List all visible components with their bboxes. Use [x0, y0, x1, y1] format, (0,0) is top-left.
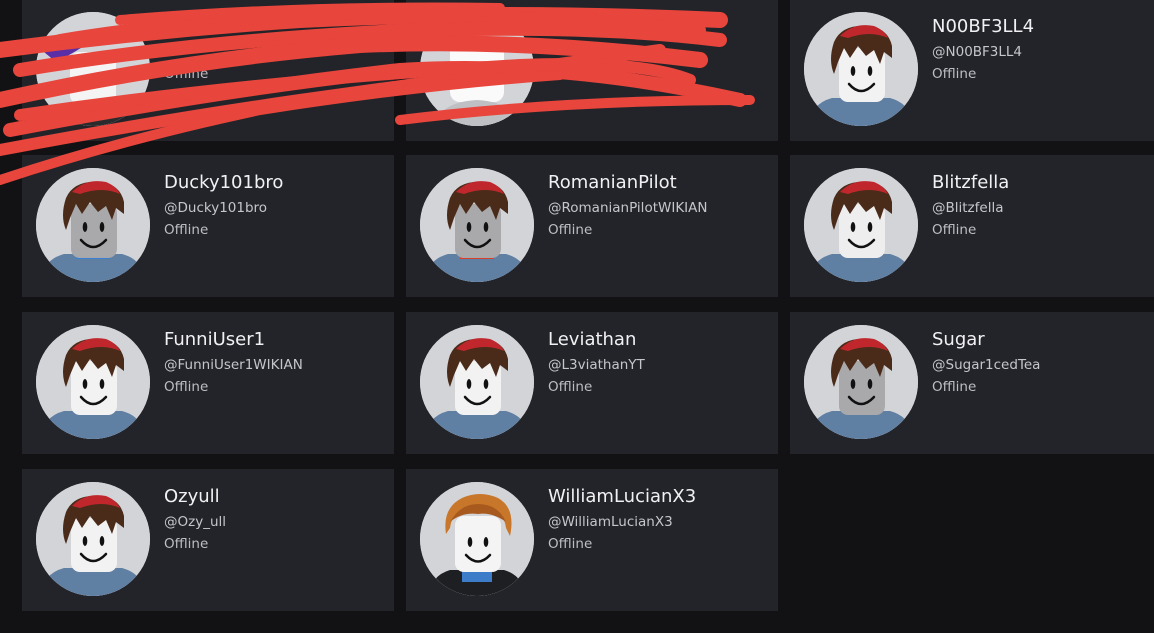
friend-status: Offline	[164, 66, 209, 82]
friend-status: Offline	[548, 222, 593, 238]
friend-handle: @L3viathanYT	[548, 357, 645, 373]
friend-handle: @Sugar1cedTea	[932, 357, 1041, 373]
friend-name: Ozyull	[164, 486, 220, 507]
friend-card[interactable]: Offline	[22, 0, 394, 141]
friends-grid: Offline Offline N00BF3LL4 @N00BF3LL4 Off…	[0, 0, 1154, 633]
friend-card[interactable]: RomanianPilot @RomanianPilotWIKIAN Offli…	[406, 155, 778, 297]
friend-card[interactable]: Ducky101bro @Ducky101bro Offline	[22, 155, 394, 297]
friend-status: Offline	[164, 222, 209, 238]
friend-status: Offline	[932, 66, 977, 82]
friend-card[interactable]: Offline	[406, 0, 778, 141]
friend-name: FunniUser1	[164, 329, 266, 350]
friend-card[interactable]: WilliamLucianX3 @WilliamLucianX3 Offline	[406, 469, 778, 611]
friend-name: N00BF3LL4	[932, 16, 1035, 37]
friend-status: Offline	[548, 536, 593, 552]
friend-handle: @N00BF3LL4	[932, 44, 1023, 60]
friend-card[interactable]: Ozyull @Ozy_ull Offline	[22, 469, 394, 611]
friend-name: Sugar	[932, 329, 985, 350]
friend-handle: @FunniUser1WIKIAN	[164, 357, 303, 373]
friend-handle: @Blitzfella	[932, 200, 1004, 216]
avatar	[36, 12, 150, 126]
avatar	[804, 168, 918, 282]
friend-card[interactable]: Blitzfella @Blitzfella Offline	[790, 155, 1154, 297]
friend-name: Ducky101bro	[164, 172, 284, 193]
friend-name: Leviathan	[548, 329, 637, 350]
friend-status: Offline	[932, 379, 977, 395]
friend-status: Offline	[164, 379, 209, 395]
friend-handle: @Ducky101bro	[164, 200, 268, 216]
friend-status: Offline	[932, 222, 977, 238]
avatar	[420, 325, 534, 439]
friend-card[interactable]: Leviathan @L3viathanYT Offline	[406, 312, 778, 454]
friend-card[interactable]: Sugar @Sugar1cedTea Offline	[790, 312, 1154, 454]
friend-card[interactable]: N00BF3LL4 @N00BF3LL4 Offline	[790, 0, 1154, 141]
friend-status: Offline	[548, 379, 593, 395]
friend-handle: @Ozy_ull	[164, 514, 227, 530]
avatar	[36, 168, 150, 282]
friend-status: Offline	[548, 66, 593, 82]
avatar	[804, 325, 918, 439]
friend-handle: @WilliamLucianX3	[548, 514, 673, 530]
avatar	[36, 325, 150, 439]
avatar	[420, 168, 534, 282]
friend-handle: @RomanianPilotWIKIAN	[548, 200, 708, 216]
friend-card[interactable]: FunniUser1 @FunniUser1WIKIAN Offline	[22, 312, 394, 454]
avatar	[420, 482, 534, 596]
avatar	[804, 12, 918, 126]
avatar	[420, 12, 534, 126]
friend-status: Offline	[164, 536, 209, 552]
friend-name: WilliamLucianX3	[548, 486, 697, 507]
avatar	[36, 482, 150, 596]
friend-name: Blitzfella	[932, 172, 1010, 193]
friend-name: RomanianPilot	[548, 172, 677, 193]
